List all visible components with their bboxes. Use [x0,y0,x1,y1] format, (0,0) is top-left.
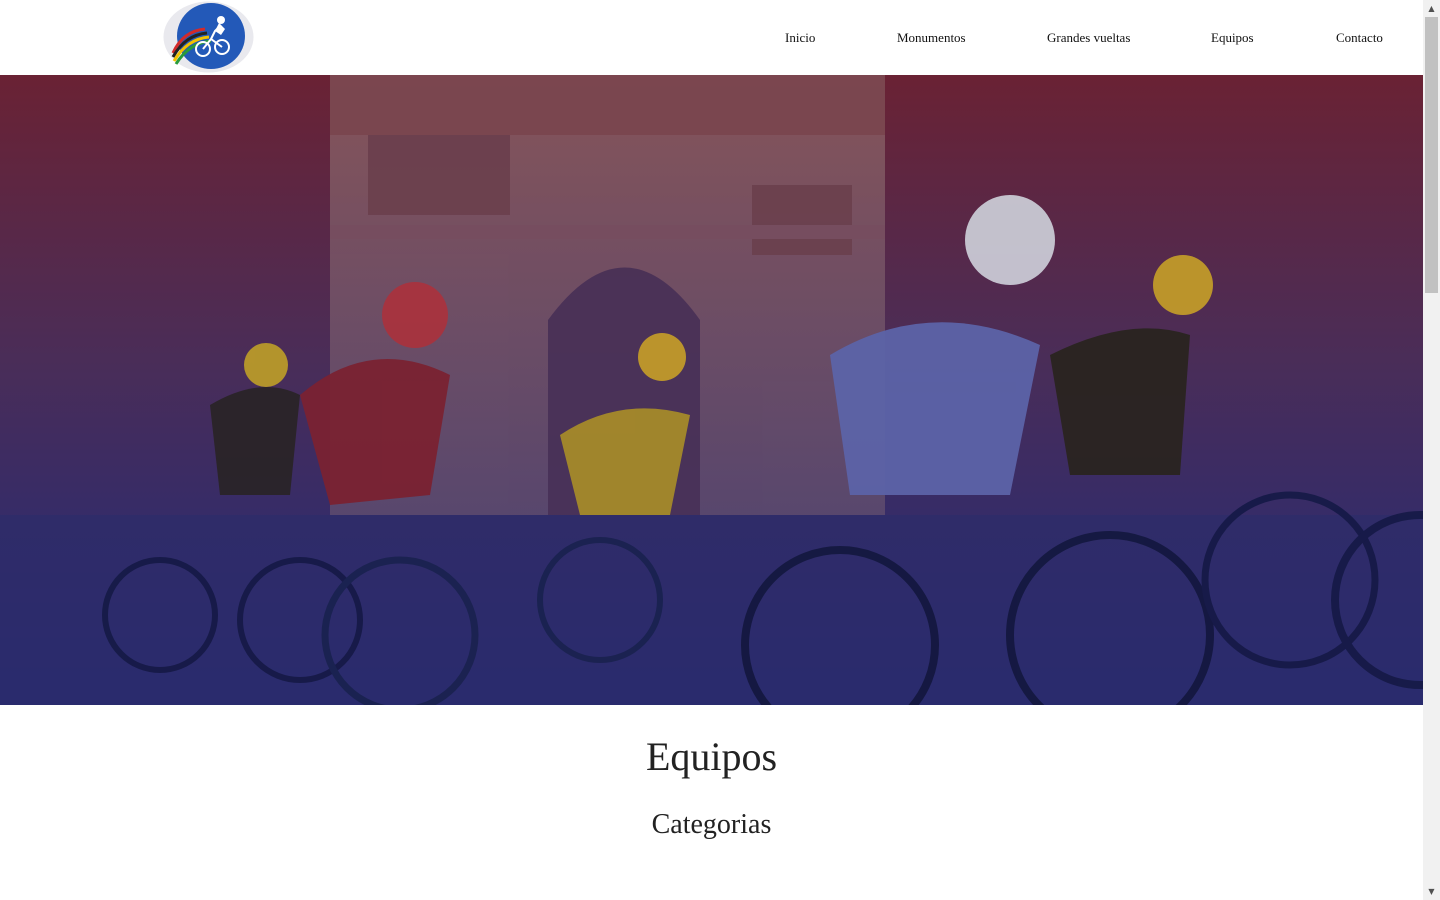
section-subtitle: Categorias [651,809,772,840]
nav-link-inicio[interactable]: Inicio [785,30,815,46]
scroll-down-arrow-icon[interactable]: ▼ [1423,883,1440,900]
site-logo[interactable] [163,1,254,73]
vertical-scrollbar[interactable]: ▲ ▼ [1423,0,1440,900]
nav-link-equipos[interactable]: Equipos [1211,30,1254,46]
nav-link-monumentos[interactable]: Monumentos [897,30,966,46]
scroll-up-arrow-icon[interactable]: ▲ [1423,0,1440,17]
scrollbar-thumb[interactable] [1425,17,1438,293]
hero-image [0,75,1423,705]
hero-banner [0,75,1423,705]
site-header: Inicio Monumentos Grandes vueltas Equipo… [0,0,1423,75]
nav-link-contacto[interactable]: Contacto [1336,30,1383,46]
cyclist-logo-icon [163,1,254,73]
main-content: Equipos Categorias [0,705,1423,900]
page: Inicio Monumentos Grandes vueltas Equipo… [0,0,1423,900]
page-title: Equipos [645,734,778,779]
nav-link-grandes-vueltas[interactable]: Grandes vueltas [1047,30,1130,46]
